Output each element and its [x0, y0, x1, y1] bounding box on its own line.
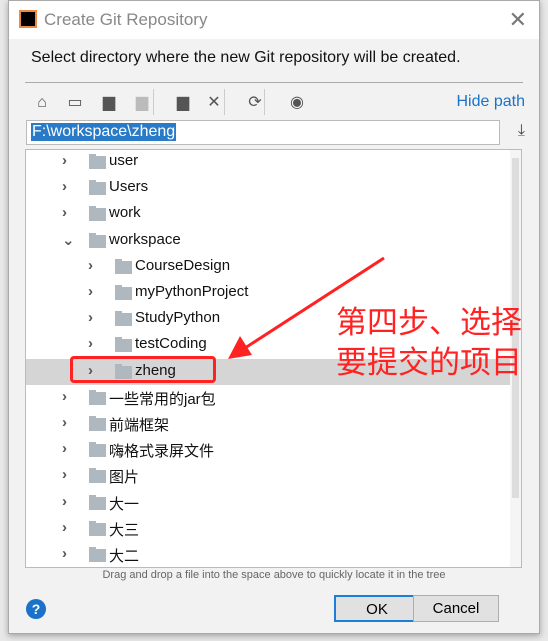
- annotation-line-2: 要提交的项目: [336, 345, 522, 381]
- annotation-line-1: 第四步、选择: [336, 305, 522, 341]
- annotation-text: 第四步、选择 要提交的项目: [336, 303, 522, 383]
